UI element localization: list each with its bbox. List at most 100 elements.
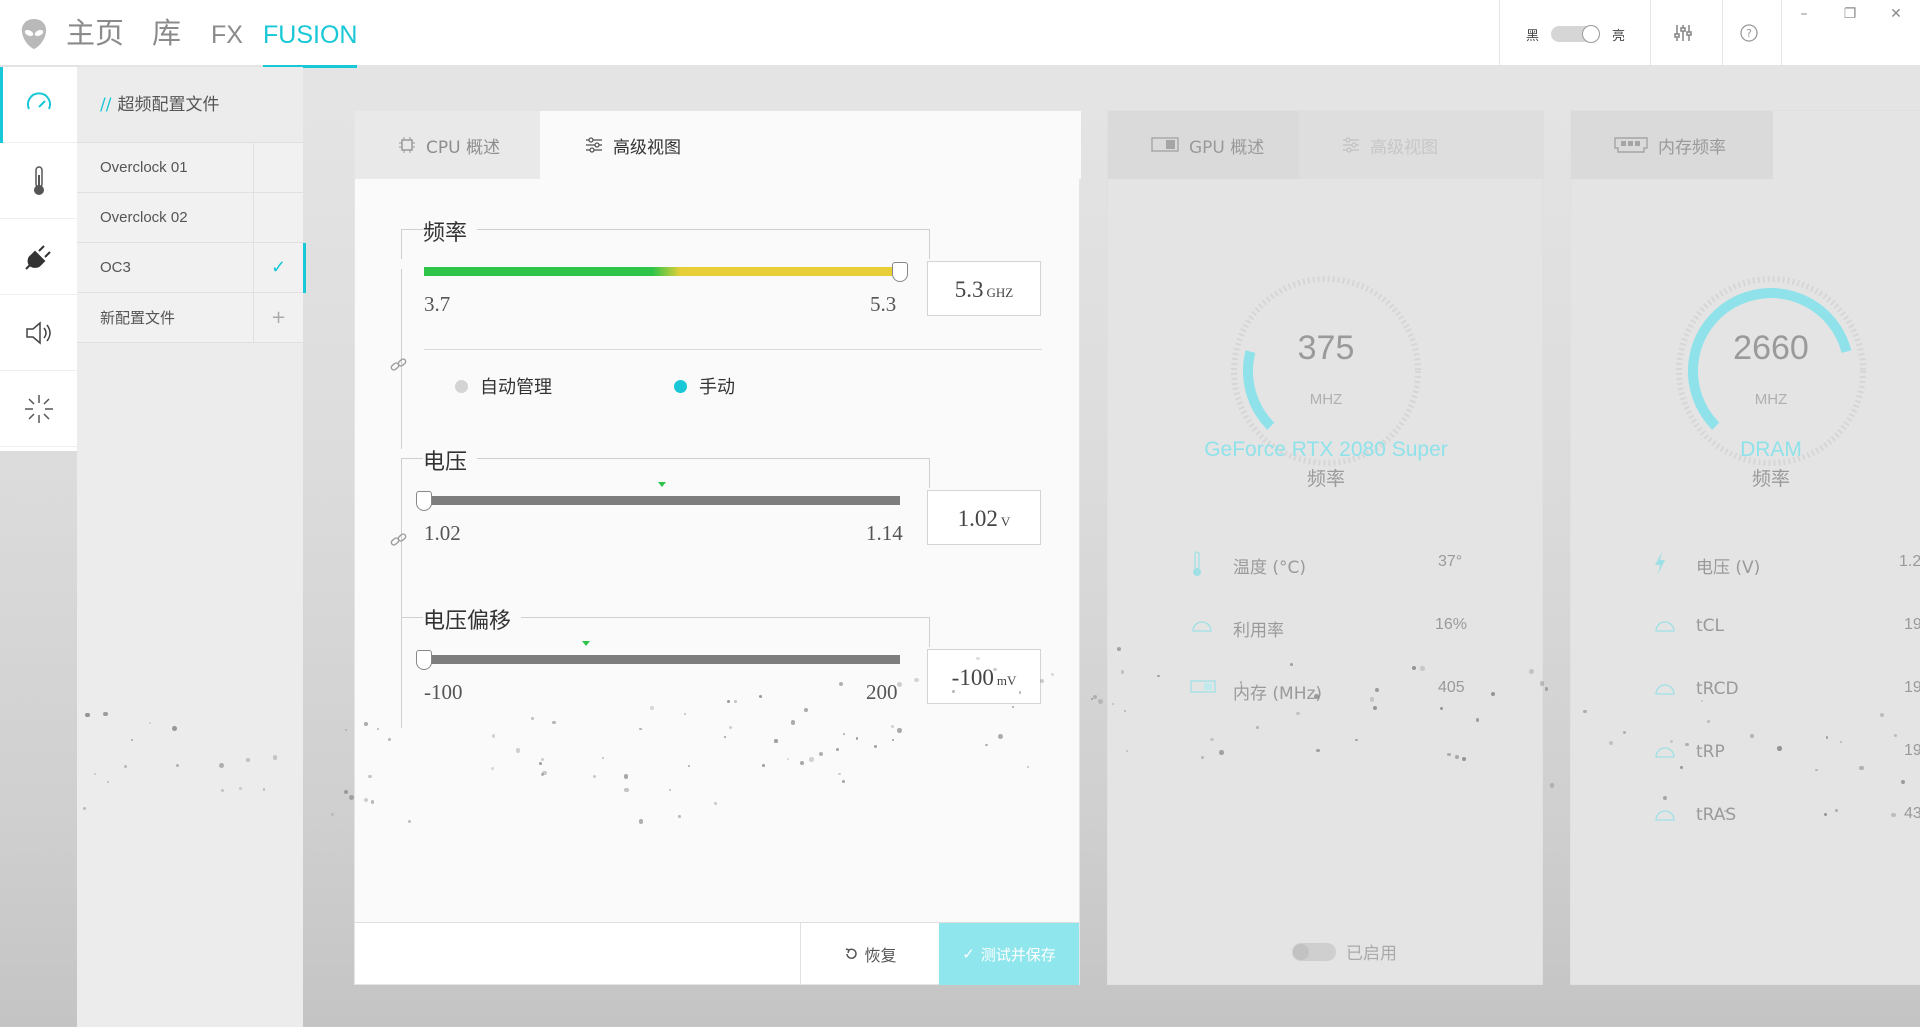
- restore-window-button[interactable]: ❐: [1840, 6, 1860, 22]
- tab-cpu-overview[interactable]: CPU 概述: [355, 111, 540, 179]
- power-plug-icon: [24, 244, 51, 270]
- tab-gpu-overview[interactable]: GPU 概述: [1108, 111, 1299, 179]
- voltage-value: 1.02: [957, 506, 998, 531]
- speckle-dot: [1219, 750, 1224, 755]
- tab-memory-overview[interactable]: 内存频率: [1571, 111, 1773, 179]
- speckle-dot: [491, 734, 496, 738]
- frequency-min-label: 3.7: [424, 292, 451, 316]
- thermometer-icon: [1193, 551, 1201, 576]
- speckle-dot: [997, 733, 1003, 739]
- speckle-dot: [1583, 709, 1587, 714]
- speaker-icon: [25, 320, 51, 345]
- stat-label: tRP: [1696, 742, 1725, 762]
- speckle-dot: [531, 717, 534, 720]
- speckle-dot: [1549, 783, 1555, 788]
- memory-gauge-value: 2660: [1733, 329, 1809, 367]
- add-profile-icon[interactable]: +: [253, 293, 303, 342]
- divider: [1781, 0, 1782, 66]
- nav-home[interactable]: 主页: [66, 14, 124, 66]
- speckle-dot: [668, 788, 671, 791]
- speckle-dot: [734, 700, 738, 703]
- radio-auto-manage[interactable]: 自动管理: [455, 373, 552, 399]
- gpu-gauge-value: 375: [1297, 329, 1355, 367]
- top-bar: 主页 库 FX FUSION 黑 亮 ? – ❐ ✕: [0, 0, 1920, 68]
- stat-value: 43: [1904, 805, 1920, 822]
- radio-manual[interactable]: 手动: [674, 373, 735, 399]
- tab-gpu-advanced[interactable]: 高级视图: [1299, 111, 1544, 179]
- restore-button[interactable]: 恢复: [800, 923, 940, 985]
- speckle-dot: [172, 725, 177, 731]
- close-window-button[interactable]: ✕: [1886, 6, 1906, 22]
- frequency-title: 频率: [423, 215, 478, 247]
- speckle-dot: [1685, 742, 1689, 747]
- stat-value: 37°: [1438, 553, 1463, 570]
- header-prefix: //: [100, 95, 112, 115]
- profile-list-title: 超频配置文件: [117, 95, 220, 115]
- stat-label: 利用率: [1233, 621, 1284, 641]
- voltage-offset-slider-track[interactable]: [424, 655, 900, 664]
- profile-item-oc3[interactable]: OC3 ✓: [77, 243, 306, 293]
- gpu-stat-utilization: 利用率 16%: [1108, 606, 1542, 646]
- sliders-icon[interactable]: [1672, 22, 1694, 44]
- rail-lighting[interactable]: [0, 371, 77, 447]
- speckle-dot: [175, 764, 179, 768]
- alien-logo-icon[interactable]: [20, 18, 48, 50]
- gpu-device-name: GeForce RTX 2080 Super: [1204, 438, 1448, 461]
- radio-dot: [674, 379, 687, 393]
- profile-item-overclock-01[interactable]: Overclock 01: [77, 143, 303, 193]
- nav-library[interactable]: 库: [152, 14, 181, 66]
- speckle-dot: [1412, 665, 1416, 670]
- theme-toggle[interactable]: [1551, 25, 1600, 43]
- profile-action-cell[interactable]: [253, 143, 303, 192]
- voltage-slider-thumb[interactable]: [416, 491, 432, 511]
- rail-overclock[interactable]: [0, 67, 77, 143]
- offset-value-field[interactable]: -100 mV: [927, 649, 1041, 704]
- toggle-switch: [1292, 942, 1336, 961]
- new-profile-label: 新配置文件: [100, 309, 176, 327]
- speckle-dot: [331, 813, 334, 816]
- tab-label: 高级视图: [613, 137, 681, 158]
- rail-audio[interactable]: [0, 295, 77, 371]
- test-and-save-button[interactable]: ✓ 测试并保存: [939, 923, 1079, 985]
- speckle-dot: [1539, 680, 1545, 686]
- offset-min-label: -100: [424, 680, 463, 704]
- help-icon[interactable]: ?: [1738, 22, 1760, 44]
- theme-dark-label: 黑: [1526, 29, 1540, 44]
- new-profile-row[interactable]: 新配置文件 +: [77, 293, 303, 343]
- voltage-min-label: 1.02: [424, 521, 461, 545]
- profile-action-cell[interactable]: [253, 193, 303, 242]
- speckle-dot: [262, 788, 266, 791]
- gauge-icon: [1655, 621, 1675, 632]
- speckle-dot: [246, 758, 250, 762]
- restore-label: 恢复: [864, 946, 897, 965]
- link-icon[interactable]: [389, 530, 409, 550]
- theme-light-label: 亮: [1612, 29, 1626, 44]
- speckle-dot: [624, 787, 629, 793]
- frequency-slider-track[interactable]: [424, 267, 900, 276]
- nav-fusion[interactable]: FUSION: [263, 16, 358, 68]
- profile-label: OC3: [100, 259, 131, 276]
- save-label: 测试并保存: [980, 945, 1056, 964]
- voltage-slider-track[interactable]: [424, 496, 900, 505]
- nav-fx[interactable]: FX: [211, 16, 243, 68]
- voltage-title: 电压: [423, 444, 478, 476]
- tab-cpu-advanced[interactable]: 高级视图: [540, 111, 1081, 179]
- voltage-offset-slider-thumb[interactable]: [416, 650, 432, 670]
- speckle-dot: [1608, 740, 1614, 746]
- link-icon[interactable]: [389, 355, 409, 375]
- frequency-slider-thumb[interactable]: [892, 262, 908, 282]
- speckle-dot: [896, 728, 902, 733]
- profile-item-overclock-02[interactable]: Overclock 02: [77, 193, 303, 243]
- gpu-enabled-toggle[interactable]: 已启用: [1292, 939, 1397, 964]
- svg-text:?: ?: [1746, 27, 1752, 40]
- voltage-value-field[interactable]: 1.02 V: [927, 490, 1041, 545]
- gauge-icon: [1192, 621, 1212, 632]
- rail-thermal[interactable]: [0, 143, 77, 219]
- gpu-stat-temperature: 温度 (°C) 37°: [1108, 543, 1542, 583]
- section-bracket-corner: [401, 617, 421, 618]
- frequency-value-field[interactable]: 5.3 GHZ: [927, 261, 1041, 316]
- profile-list-header: //超频配置文件: [77, 67, 303, 143]
- minimize-button[interactable]: –: [1794, 6, 1814, 22]
- ram-stick-icon: [1614, 137, 1648, 153]
- rail-power[interactable]: [0, 219, 77, 295]
